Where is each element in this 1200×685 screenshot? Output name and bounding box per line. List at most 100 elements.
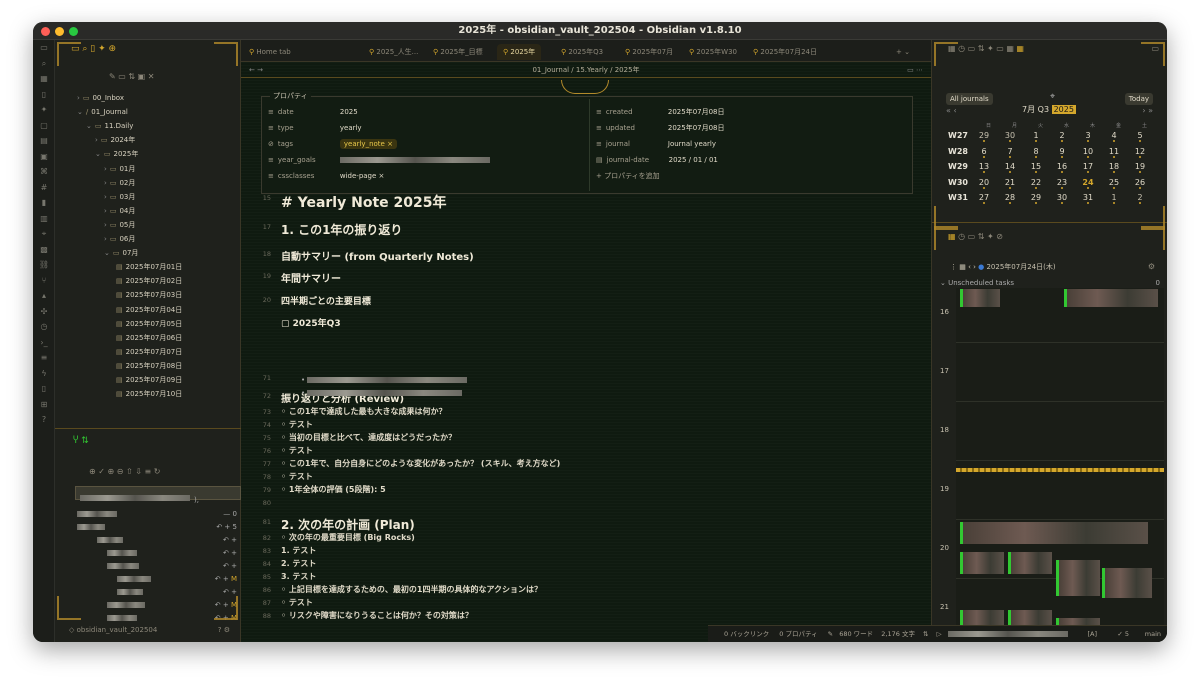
calendar-day[interactable]: 8: [1028, 147, 1044, 158]
git-icon[interactable]: ⑂: [33, 273, 55, 289]
close-all-icon[interactable]: ✕: [148, 72, 155, 81]
all-journals-button[interactable]: All journals: [946, 93, 993, 105]
calendar-day[interactable]: 12: [1132, 147, 1148, 158]
property-row[interactable]: ≡ type yearly: [268, 121, 362, 135]
calendar-day[interactable]: 2: [1132, 193, 1148, 205]
property-value[interactable]: yearly_note ×: [339, 139, 397, 149]
breadcrumb[interactable]: 01_Journal / 15.Yearly / 2025年: [532, 66, 639, 74]
editor-line[interactable]: ◦ 当初の目標と比べて、達成度はどうだったか？: [281, 432, 456, 443]
property-row[interactable]: ▤ journal-date 2025 / 01 / 01: [596, 153, 718, 167]
task-block[interactable]: [1102, 568, 1152, 598]
tree-item[interactable]: › ▭ 02月: [104, 177, 135, 190]
editor-line[interactable]: ◦ この1年で、自分自身にどのような変化があったか？ (スキル、考え方など): [281, 458, 560, 469]
calendar-day[interactable]: 26: [1132, 178, 1148, 189]
calendar-year[interactable]: 2025: [1051, 105, 1076, 114]
tab[interactable]: ⚲ 2025年07月24日: [753, 44, 817, 60]
tab[interactable]: ⚲ 2025年_目標: [433, 44, 483, 60]
property-value[interactable]: yearly: [340, 124, 362, 132]
settings-icon[interactable]: ⚙: [1148, 262, 1155, 271]
git-branch[interactable]: main: [1145, 626, 1161, 642]
property-row[interactable]: ≡ year_goals: [268, 153, 490, 167]
chevron-down-icon[interactable]: ⌄: [77, 108, 83, 116]
git-tab-icon[interactable]: Ⴤ ⇅: [73, 436, 89, 446]
calendar-day[interactable]: 19: [1132, 162, 1148, 174]
property-value[interactable]: 2025 / 01 / 01: [669, 156, 718, 164]
map-icon[interactable]: ⌖: [33, 226, 55, 242]
kanban-icon[interactable]: ▥: [33, 211, 55, 227]
tab[interactable]: ⚲ 2025_人生...: [369, 44, 418, 60]
bookmark-icon[interactable]: ▮: [33, 195, 55, 211]
template-icon[interactable]: ▤: [33, 133, 55, 149]
editor-line[interactable]: ◦ 次の年の最重要目標 (Big Rocks): [281, 532, 415, 543]
editor-heading[interactable]: 1. この1年の振り返り: [281, 221, 402, 238]
week-number[interactable]: W29: [948, 162, 968, 171]
calendar-day[interactable]: 2: [1054, 131, 1070, 142]
task-block[interactable]: [960, 552, 1004, 574]
property-row[interactable]: ≡ journal Journal yearly: [596, 137, 716, 151]
tree-item[interactable]: › ▭ 04月: [104, 205, 135, 218]
property-value[interactable]: Journal yearly: [668, 140, 716, 148]
new-tab-icon[interactable]: + ⌄: [896, 44, 910, 60]
add-property-button[interactable]: + プロパティを追加: [596, 169, 660, 183]
collapse-icon[interactable]: ▣: [138, 72, 146, 81]
property-value[interactable]: wide-page ×: [340, 172, 385, 180]
new-note-icon[interactable]: ✎: [109, 72, 116, 81]
calendar-day[interactable]: 21: [1002, 178, 1018, 189]
backlinks-count[interactable]: 0 バックリンク: [724, 630, 769, 638]
chevron-down-icon[interactable]: ⌄: [95, 150, 101, 158]
next-year-icon[interactable]: › »: [1142, 106, 1153, 115]
link-icon[interactable]: ⛓: [33, 257, 55, 273]
calendar-day[interactable]: 23: [1054, 178, 1070, 189]
calendar-day[interactable]: 24: [1080, 178, 1096, 189]
planner-tabs[interactable]: ▦ ◷ ▭ ⇅ ✦ ⊘: [948, 232, 1003, 241]
chart-icon[interactable]: ▴: [33, 288, 55, 304]
editor-heading[interactable]: 年間サマリー: [281, 270, 341, 285]
back-forward-icon[interactable]: ← →: [249, 62, 263, 78]
editor-heading[interactable]: 自動サマリー (from Quarterly Notes): [281, 248, 474, 263]
tree-item[interactable]: › ▭ 2024年: [95, 134, 135, 147]
tree-item[interactable]: ▤ 2025年07月01日: [113, 261, 182, 274]
calendar-day[interactable]: 30: [1002, 131, 1018, 142]
editor-heading[interactable]: ▢ 2025年Q3: [281, 316, 341, 329]
calendar-day[interactable]: 14: [1002, 162, 1018, 174]
task-block[interactable]: [1064, 289, 1158, 307]
tab[interactable]: ⚲ 2025年W30: [689, 44, 737, 60]
calendar-day[interactable]: 25: [1106, 178, 1122, 189]
tab[interactable]: ⚲ Home tab: [249, 44, 291, 60]
canvas-icon[interactable]: ▢: [33, 118, 55, 134]
calendar-day[interactable]: 17: [1080, 162, 1096, 174]
list-icon[interactable]: ≡: [33, 350, 55, 366]
calendar-quarter[interactable]: Q3: [1038, 105, 1049, 114]
calendar-day[interactable]: 11: [1106, 147, 1122, 158]
sync-icon[interactable]: ⇅: [923, 630, 928, 638]
tree-item[interactable]: ⌄/01_Journal: [77, 106, 128, 119]
files-tab-icon[interactable]: ▭ ⌕ ▯ ✦ ⊕: [71, 44, 116, 54]
chevron-right-icon[interactable]: ›: [104, 221, 107, 229]
editor-line[interactable]: ◦ テスト: [281, 419, 313, 430]
calendar-day[interactable]: 29: [976, 131, 992, 142]
chevron-down-icon[interactable]: ⌄: [104, 249, 110, 257]
editor-line[interactable]: ◦ テスト: [281, 471, 313, 482]
calendar-day[interactable]: 29: [1028, 193, 1044, 205]
editor-line[interactable]: ◦ テスト: [281, 597, 313, 608]
file-icon[interactable]: ▯: [33, 87, 55, 103]
property-row[interactable]: ≡ cssclasses wide-page ×: [268, 169, 384, 183]
tag-icon[interactable]: #: [33, 180, 55, 196]
calendar-day[interactable]: 1: [1106, 193, 1122, 205]
chevron-down-icon[interactable]: ⌄: [86, 122, 92, 130]
property-row[interactable]: ≡ date 2025: [268, 105, 358, 119]
tree-item[interactable]: ▤ 2025年07月03日: [113, 289, 182, 302]
network-icon[interactable]: ⊞: [33, 397, 55, 413]
week-number[interactable]: W27: [948, 131, 968, 140]
editor-heading[interactable]: 2. 次の年の計画 (Plan): [281, 516, 415, 533]
play-icon[interactable]: ▷: [937, 630, 942, 638]
vault-switcher[interactable]: ◇ obsidian_vault_202504: [69, 626, 157, 634]
task-block[interactable]: [1056, 560, 1100, 596]
calendar-day[interactable]: 6: [976, 147, 992, 158]
calendar-day[interactable]: 9: [1054, 147, 1070, 158]
help-icon[interactable]: ?: [33, 412, 55, 428]
tree-item[interactable]: › ▭ 03月: [104, 191, 135, 204]
calendar-day[interactable]: 7: [1002, 147, 1018, 158]
task-block[interactable]: [1008, 552, 1052, 574]
calendar-icon[interactable]: ▦: [33, 71, 55, 87]
